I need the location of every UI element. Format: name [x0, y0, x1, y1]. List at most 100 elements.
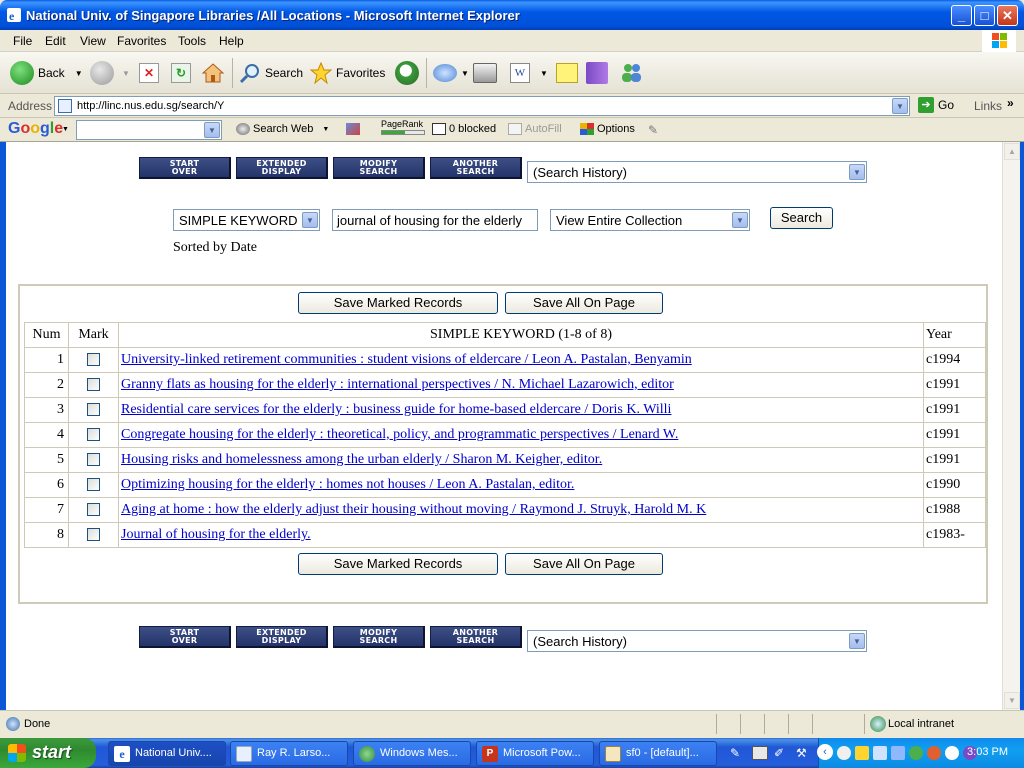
autofill-button[interactable]: AutoFill: [508, 123, 562, 135]
stop-button[interactable]: ✕: [139, 60, 159, 86]
search-tray-icon[interactable]: [945, 746, 959, 760]
news-button[interactable]: [346, 123, 360, 135]
search-history-dropdown-icon[interactable]: ▼: [849, 164, 865, 180]
close-button[interactable]: ✕: [997, 5, 1018, 26]
mark-checkbox[interactable]: [87, 528, 100, 542]
start-button[interactable]: start: [0, 738, 96, 768]
vertical-scrollbar[interactable]: ▲ ▼: [1002, 142, 1020, 710]
mark-checkbox[interactable]: [87, 428, 100, 442]
keyword-input[interactable]: journal of housing for the elderly: [332, 209, 538, 231]
record-link[interactable]: Granny flats as housing for the elderly …: [121, 377, 674, 392]
links-chevron-icon[interactable]: »: [1007, 96, 1014, 110]
mail-dropdown-icon[interactable]: ▼: [461, 69, 469, 78]
google-search-input[interactable]: ▼: [76, 120, 222, 140]
alert-icon[interactable]: [927, 746, 941, 760]
scroll-down-icon[interactable]: ▼: [1004, 692, 1020, 709]
quicklaunch-pen-icon[interactable]: ✎: [730, 746, 744, 760]
record-link[interactable]: Residential care services for the elderl…: [121, 402, 671, 417]
mark-checkbox[interactable]: [87, 453, 100, 467]
back-button[interactable]: Back ▼: [10, 60, 83, 86]
address-url[interactable]: http://linc.nus.edu.sg/search/Y: [77, 100, 224, 112]
network-icon[interactable]: [873, 746, 887, 760]
task-messenger[interactable]: Windows Mes...: [353, 741, 471, 766]
record-link[interactable]: Aging at home : how the elderly adjust t…: [121, 502, 706, 517]
links-label[interactable]: Links: [974, 99, 1002, 113]
tray-app-icon[interactable]: [837, 746, 851, 760]
record-link[interactable]: Journal of housing for the elderly.: [121, 527, 311, 542]
popup-blocker-button[interactable]: 0 blocked: [432, 123, 496, 135]
messenger-button[interactable]: [619, 60, 645, 86]
mark-checkbox[interactable]: [87, 353, 100, 367]
search-type-dropdown-icon[interactable]: ▼: [302, 212, 318, 228]
edit-dropdown-icon[interactable]: ▼: [540, 69, 548, 78]
save-all-button-top[interactable]: Save All On Page: [505, 292, 663, 314]
menu-file[interactable]: File: [13, 34, 32, 48]
research-button[interactable]: [586, 60, 608, 86]
record-link[interactable]: Housing risks and homelessness among the…: [121, 452, 602, 467]
menu-help[interactable]: Help: [219, 34, 244, 48]
shield-icon[interactable]: [855, 746, 869, 760]
menu-view[interactable]: View: [80, 34, 106, 48]
maximize-button[interactable]: □: [974, 5, 995, 26]
collection-dropdown-icon[interactable]: ▼: [732, 212, 748, 228]
address-input[interactable]: http://linc.nus.edu.sg/search/Y ▼: [54, 96, 910, 116]
task-email[interactable]: Ray R. Larso...: [230, 741, 348, 766]
quicklaunch-tool-icon[interactable]: ⚒: [796, 746, 810, 760]
scroll-up-icon[interactable]: ▲: [1004, 143, 1020, 160]
history-button[interactable]: [395, 60, 419, 86]
save-all-button-bottom[interactable]: Save All On Page: [505, 553, 663, 575]
google-menu-dropdown-icon[interactable]: ▼: [62, 126, 69, 133]
menu-tools[interactable]: Tools: [178, 34, 206, 48]
save-marked-button-top[interactable]: Save Marked Records: [298, 292, 498, 314]
another-search-button[interactable]: ANOTHER SEARCH: [430, 157, 522, 179]
mark-checkbox[interactable]: [87, 478, 100, 492]
edit-button[interactable]: W ▼: [510, 60, 548, 86]
highlighter-icon[interactable]: ✎: [648, 123, 662, 137]
print-button[interactable]: [473, 60, 497, 86]
search-history-dropdown-icon[interactable]: ▼: [849, 633, 865, 649]
search-type-select[interactable]: SIMPLE KEYWORD ▼: [173, 209, 320, 231]
go-button[interactable]: ➔ Go: [918, 97, 954, 113]
google-logo[interactable]: Google: [8, 120, 63, 138]
extended-display-button[interactable]: EXTENDED DISPLAY: [236, 157, 328, 179]
menu-edit[interactable]: Edit: [45, 34, 66, 48]
menu-favorites[interactable]: Favorites: [117, 34, 166, 48]
mark-checkbox[interactable]: [87, 403, 100, 417]
home-button[interactable]: [201, 60, 225, 86]
modify-search-button[interactable]: MODIFY SEARCH: [333, 157, 425, 179]
record-link[interactable]: Optimizing housing for the elderly : hom…: [121, 477, 574, 492]
mail-button[interactable]: ▼: [433, 60, 469, 86]
google-search-dropdown-icon[interactable]: ▼: [204, 122, 220, 138]
record-link[interactable]: University-linked retirement communities…: [121, 352, 692, 367]
options-button[interactable]: Options: [580, 123, 635, 135]
search-web-button[interactable]: Search Web ▼: [236, 123, 329, 135]
record-link[interactable]: Congregate housing for the elderly : the…: [121, 427, 678, 442]
messenger-tray-icon[interactable]: [909, 746, 923, 760]
modify-search-button-bottom[interactable]: MODIFY SEARCH: [333, 626, 425, 648]
extended-display-button-bottom[interactable]: EXTENDED DISPLAY: [236, 626, 328, 648]
tray-expand-icon[interactable]: ‹: [817, 744, 833, 760]
task-ie[interactable]: e National Univ....: [108, 741, 226, 766]
forward-dropdown-icon[interactable]: ▼: [122, 69, 130, 78]
task-powerpoint[interactable]: P Microsoft Pow...: [476, 741, 594, 766]
search-submit-button[interactable]: Search: [770, 207, 833, 229]
collection-select[interactable]: View Entire Collection ▼: [550, 209, 750, 231]
favorites-button[interactable]: Favorites: [309, 60, 385, 86]
back-dropdown-icon[interactable]: ▼: [75, 69, 83, 78]
refresh-button[interactable]: ↻: [171, 60, 191, 86]
discuss-button[interactable]: [556, 60, 578, 86]
start-over-button-bottom[interactable]: START OVER: [139, 626, 231, 648]
address-dropdown-icon[interactable]: ▼: [892, 98, 908, 114]
quicklaunch-brush-icon[interactable]: ✐: [774, 746, 788, 760]
search-history-select[interactable]: (Search History) ▼: [527, 161, 867, 183]
mark-checkbox[interactable]: [87, 378, 100, 392]
minimize-button[interactable]: _: [951, 5, 972, 26]
quicklaunch-monitor-icon[interactable]: [752, 746, 768, 760]
forward-button[interactable]: ▼: [90, 60, 130, 86]
search-history-select-bottom[interactable]: (Search History) ▼: [527, 630, 867, 652]
start-over-button[interactable]: START OVER: [139, 157, 231, 179]
mark-checkbox[interactable]: [87, 503, 100, 517]
search-web-dropdown-icon[interactable]: ▼: [322, 126, 329, 133]
title-bar[interactable]: e National Univ. of Singapore Libraries …: [0, 0, 1024, 30]
display-icon[interactable]: [891, 746, 905, 760]
